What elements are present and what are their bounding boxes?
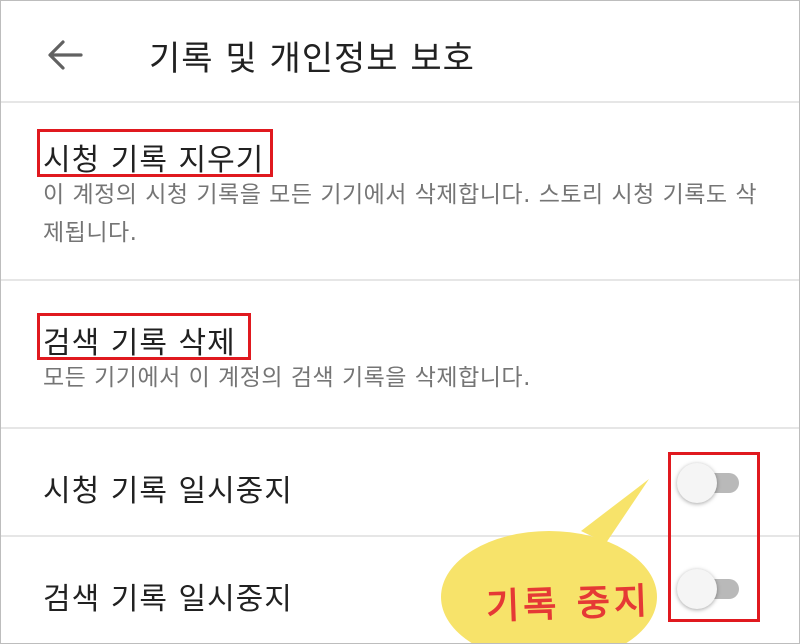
highlight-box [37,129,273,177]
delete-search-history-description: 모든 기기에서 이 계정의 검색 기록을 삭제합니다. [43,365,531,391]
clear-watch-history-description: 이 계정의 시청 기록을 모든 기기에서 삭제합니다. 스토리 시청 기록도 삭… [43,182,758,246]
pause-watch-history-label: 시청 기록 일시중지 [43,474,293,509]
settings-screen: 기록 및 개인정보 보호 시청 기록 지우기 이 계정의 시청 기록을 모든 기… [0,0,800,644]
toggle-highlight-box [668,452,760,622]
divider [1,427,799,429]
pause-search-history-label: 검색 기록 일시중지 [43,582,293,617]
callout-text: 기록 중지 [485,581,652,628]
page-title: 기록 및 개인정보 보호 [149,39,475,79]
back-button[interactable] [45,37,85,73]
app-bar: 기록 및 개인정보 보호 [1,1,799,103]
highlight-box [37,313,251,360]
arrow-left-icon [48,40,83,70]
